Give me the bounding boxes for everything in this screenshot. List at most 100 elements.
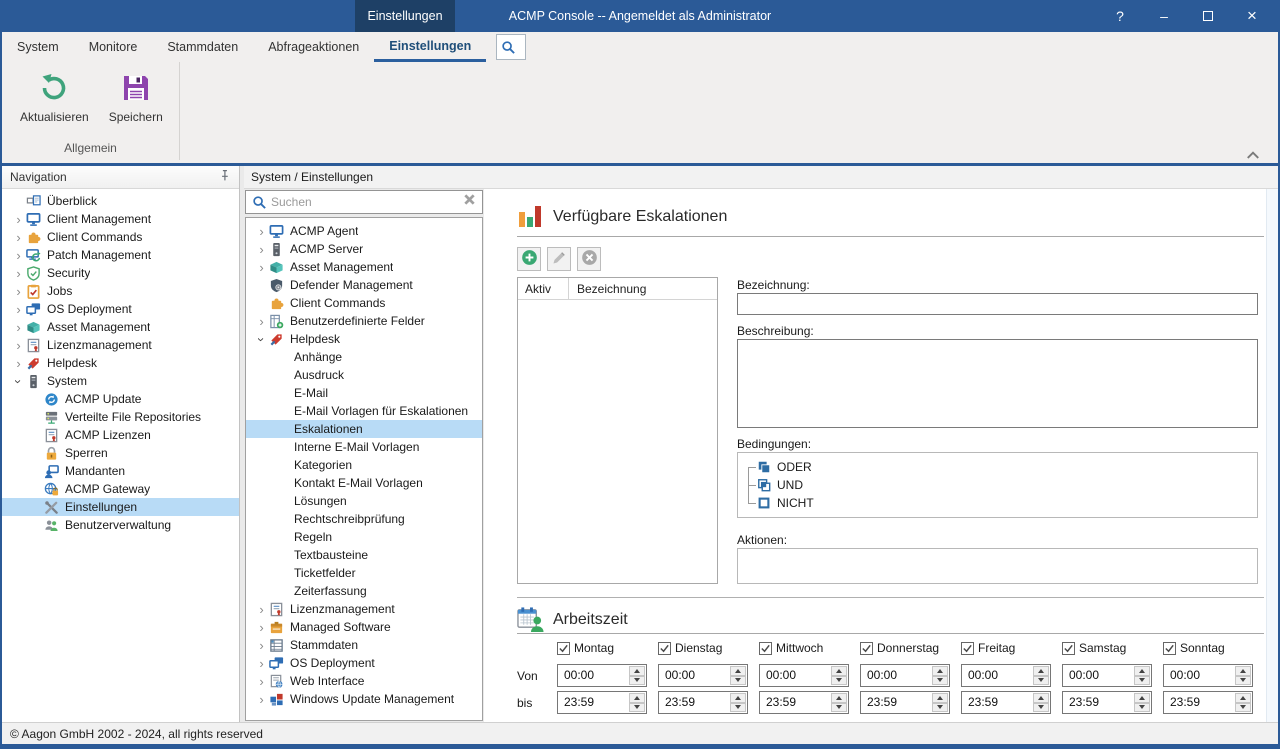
ribbon-collapse-button[interactable] (1246, 147, 1260, 157)
settings-item-managed-software[interactable]: ›Managed Software (246, 618, 482, 636)
time-to-mittwoch[interactable]: 23:59 (759, 691, 849, 714)
nav-item-helpdesk[interactable]: ›Helpdesk (2, 354, 239, 372)
nav-item-patch-management[interactable]: ›Patch Management (2, 246, 239, 264)
column-header-aktiv[interactable]: Aktiv (518, 282, 568, 296)
settings-item-kontakt-e-mail-vorlagen[interactable]: Kontakt E-Mail Vorlagen (246, 474, 482, 492)
settings-item-os-deployment[interactable]: ›OS Deployment (246, 654, 482, 672)
checkbox-freitag[interactable]: Freitag (961, 641, 1062, 655)
chevron-right-icon[interactable]: › (254, 243, 269, 256)
time-to-freitag[interactable]: 23:59 (961, 691, 1051, 714)
settings-item-e-mail[interactable]: E-Mail (246, 384, 482, 402)
settings-item-lizenzmanagement[interactable]: ›Lizenzmanagement (246, 600, 482, 618)
time-to-samstag[interactable]: 23:59 (1062, 691, 1152, 714)
chevron-right-icon[interactable]: › (11, 231, 26, 244)
time-from-mittwoch[interactable]: 00:00 (759, 664, 849, 687)
spin-up-button[interactable] (1134, 693, 1150, 703)
delete-button[interactable] (577, 247, 601, 271)
bezeichnung-input[interactable] (737, 293, 1258, 315)
settings-item-e-mail-vorlagen-für-eskalationen[interactable]: E-Mail Vorlagen für Eskalationen (246, 402, 482, 420)
spin-up-button[interactable] (1033, 693, 1049, 703)
clear-search-icon[interactable] (463, 193, 476, 211)
time-to-montag[interactable]: 23:59 (557, 691, 647, 714)
spin-down-button[interactable] (1235, 703, 1251, 713)
nav-item-benutzerverwaltung[interactable]: Benutzerverwaltung (2, 516, 239, 534)
pin-icon[interactable] (218, 169, 231, 185)
settings-item-acmp-server[interactable]: ›ACMP Server (246, 240, 482, 258)
chevron-right-icon[interactable]: › (254, 675, 269, 688)
spin-up-button[interactable] (1235, 666, 1251, 676)
spin-down-button[interactable] (629, 703, 645, 713)
nav-item-lizenzmanagement[interactable]: ›Lizenzmanagement (2, 336, 239, 354)
condition-nicht[interactable]: NICHT (738, 494, 1257, 512)
spin-down-button[interactable] (932, 703, 948, 713)
ribbon-tab-system[interactable]: System (2, 32, 74, 62)
settings-item-defender-management[interactable]: Defender Management (246, 276, 482, 294)
spin-up-button[interactable] (629, 693, 645, 703)
spin-up-button[interactable] (831, 693, 847, 703)
spin-up-button[interactable] (831, 666, 847, 676)
settings-item-helpdesk[interactable]: ›Helpdesk (246, 330, 482, 348)
bedingungen-box[interactable]: ODERUNDNICHT (737, 452, 1258, 518)
settings-item-acmp-agent[interactable]: ›ACMP Agent (246, 222, 482, 240)
edit-button[interactable] (547, 247, 571, 271)
nav-item-asset-management[interactable]: ›Asset Management (2, 318, 239, 336)
settings-item-kategorien[interactable]: Kategorien (246, 456, 482, 474)
nav-item-acmp-update[interactable]: ACMP Update (2, 390, 239, 408)
ribbon-tab-monitore[interactable]: Monitore (74, 32, 153, 62)
help-button[interactable]: ? (1098, 0, 1142, 32)
beschreibung-textarea[interactable] (737, 339, 1258, 428)
settings-item-regeln[interactable]: Regeln (246, 528, 482, 546)
chevron-right-icon[interactable]: › (11, 303, 26, 316)
time-from-freitag[interactable]: 00:00 (961, 664, 1051, 687)
settings-item-interne-e-mail-vorlagen[interactable]: Interne E-Mail Vorlagen (246, 438, 482, 456)
chevron-right-icon[interactable]: › (11, 339, 26, 352)
ribbon-search-button[interactable] (496, 34, 526, 60)
checkbox-samstag[interactable]: Samstag (1062, 641, 1163, 655)
maximize-button[interactable] (1186, 0, 1230, 32)
checkbox-donnerstag[interactable]: Donnerstag (860, 641, 961, 655)
chevron-down-icon[interactable]: › (12, 374, 25, 389)
spin-down-button[interactable] (730, 676, 746, 686)
chevron-right-icon[interactable]: › (11, 249, 26, 262)
checkbox-sonntag[interactable]: Sonntag (1163, 641, 1264, 655)
settings-item-client-commands[interactable]: Client Commands (246, 294, 482, 312)
spin-down-button[interactable] (932, 676, 948, 686)
spin-up-button[interactable] (629, 666, 645, 676)
spin-down-button[interactable] (1033, 703, 1049, 713)
chevron-right-icon[interactable]: › (254, 621, 269, 634)
condition-und[interactable]: UND (738, 476, 1257, 494)
settings-item-web-interface[interactable]: ›Web Interface (246, 672, 482, 690)
chevron-right-icon[interactable]: › (254, 225, 269, 238)
nav-item-jobs[interactable]: ›Jobs (2, 282, 239, 300)
spin-up-button[interactable] (1033, 666, 1049, 676)
settings-item-stammdaten[interactable]: ›Stammdaten (246, 636, 482, 654)
nav-item-os-deployment[interactable]: ›OS Deployment (2, 300, 239, 318)
nav-item-sperren[interactable]: Sperren (2, 444, 239, 462)
time-to-donnerstag[interactable]: 23:59 (860, 691, 950, 714)
chevron-right-icon[interactable]: › (11, 213, 26, 226)
chevron-right-icon[interactable]: › (254, 315, 269, 328)
spin-down-button[interactable] (730, 703, 746, 713)
spin-down-button[interactable] (1033, 676, 1049, 686)
nav-item-acmp-gateway[interactable]: ACMP Gateway (2, 480, 239, 498)
column-header-bezeichnung[interactable]: Bezeichnung (569, 282, 646, 296)
ribbon-tab-abfrageaktionen[interactable]: Abfrageaktionen (253, 32, 374, 62)
time-from-donnerstag[interactable]: 00:00 (860, 664, 950, 687)
aktionen-box[interactable] (737, 548, 1258, 584)
settings-item-ticketfelder[interactable]: Ticketfelder (246, 564, 482, 582)
time-to-dienstag[interactable]: 23:59 (658, 691, 748, 714)
settings-item-anhänge[interactable]: Anhänge (246, 348, 482, 366)
spin-down-button[interactable] (1134, 703, 1150, 713)
chevron-right-icon[interactable]: › (254, 639, 269, 652)
spin-up-button[interactable] (730, 666, 746, 676)
aktualisieren-button[interactable]: Aktualisieren (12, 68, 97, 141)
nav-item-client-management[interactable]: ›Client Management (2, 210, 239, 228)
spin-down-button[interactable] (831, 676, 847, 686)
settings-item-asset-management[interactable]: ›Asset Management (246, 258, 482, 276)
ribbon-tab-stammdaten[interactable]: Stammdaten (152, 32, 253, 62)
speichern-button[interactable]: Speichern (101, 68, 171, 141)
chevron-right-icon[interactable]: › (11, 321, 26, 334)
chevron-right-icon[interactable]: › (254, 261, 269, 274)
settings-item-windows-update-management[interactable]: ›Windows Update Management (246, 690, 482, 708)
chevron-right-icon[interactable]: › (11, 267, 26, 280)
